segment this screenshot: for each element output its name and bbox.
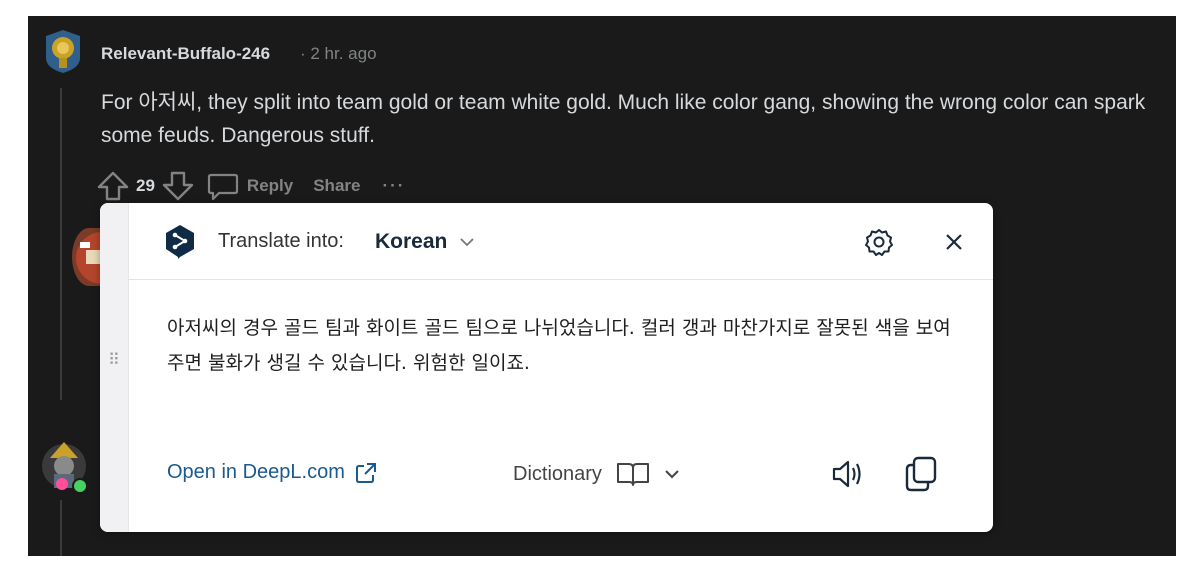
downvote-icon[interactable] (161, 170, 195, 202)
comment-actions: 29 Reply Share ··· (96, 170, 405, 202)
open-in-deepl-link[interactable]: Open in DeepL.com (167, 461, 377, 484)
deepl-logo-icon (164, 224, 196, 260)
deepl-translate-popup: ⠿ Translate into: Korean 아저씨의 경우 골드 팀과 화… (100, 203, 993, 532)
vote-count: 29 (136, 176, 155, 195)
more-options-button[interactable]: ··· (382, 176, 405, 196)
user-avatar[interactable] (40, 28, 86, 74)
reply-icon[interactable] (207, 171, 239, 201)
external-link-icon[interactable] (355, 462, 377, 484)
copy-icon[interactable] (903, 455, 939, 493)
chevron-down-icon[interactable] (459, 237, 475, 247)
book-icon[interactable] (616, 461, 650, 487)
close-icon[interactable] (940, 228, 968, 256)
thread-line[interactable] (60, 500, 62, 556)
chevron-down-icon[interactable] (664, 469, 680, 479)
thread-line[interactable] (60, 88, 62, 400)
reply-button[interactable]: Reply (247, 176, 293, 196)
translation-text: 아저씨의 경우 골드 팀과 화이트 골드 팀으로 나뉘었습니다. 컬러 갱과 마… (167, 317, 951, 374)
bottom-border (0, 562, 1200, 566)
comment-username[interactable]: Relevant-Buffalo-246 (101, 44, 270, 64)
avatar-decoration (56, 478, 68, 490)
open-in-deepl-label[interactable]: Open in DeepL.com (167, 461, 345, 484)
dictionary-label[interactable]: Dictionary (513, 463, 602, 486)
drag-handle-icon[interactable]: ⠿ (108, 353, 121, 369)
speaker-icon[interactable] (830, 457, 866, 491)
share-button[interactable]: Share (313, 176, 360, 196)
target-language-select[interactable]: Korean (375, 230, 475, 254)
translate-into-label: Translate into: (218, 230, 344, 252)
popup-header: Translate into: Korean (128, 203, 993, 280)
online-status-dot (72, 478, 88, 494)
target-language-value[interactable]: Korean (375, 230, 447, 254)
comment-timestamp: · 2 hr. ago (300, 44, 377, 63)
dictionary-toggle[interactable]: Dictionary (513, 461, 680, 487)
upvote-icon[interactable] (96, 170, 130, 202)
comment-body: For 아저씨, they split into team gold or te… (101, 91, 1146, 147)
settings-gear-icon[interactable] (864, 227, 894, 257)
drag-strip[interactable]: ⠿ (100, 203, 129, 532)
